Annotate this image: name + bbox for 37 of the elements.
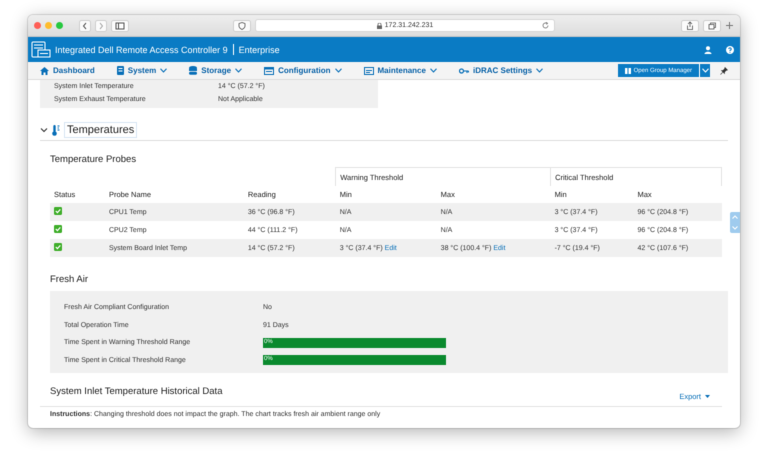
section-heading: Temperature Probes (49, 154, 138, 165)
home-icon (40, 66, 49, 74)
nav-menu-item[interactable]: System (128, 66, 156, 75)
app-title: Integrated Dell Remote Access Controller 9 (55, 44, 228, 54)
section-heading: System Inlet Temperature Historical Data (49, 386, 224, 399)
dropdown-toggle-button[interactable] (699, 64, 710, 77)
caret-icon (705, 395, 710, 398)
section-heading: Fresh Air (49, 274, 90, 285)
pin-icon[interactable] (720, 66, 728, 74)
tabs-icon[interactable] (703, 20, 721, 32)
window-icon (364, 66, 374, 74)
nav-menu-item[interactable]: Dashboard (53, 66, 95, 75)
lock-icon (376, 22, 382, 28)
help-icon[interactable] (726, 46, 734, 54)
thermometer-icon (52, 124, 60, 136)
section-title: Temperatures (64, 122, 138, 138)
sidebar-icon[interactable] (111, 20, 129, 32)
plus-icon[interactable] (725, 21, 734, 30)
shield-icon[interactable] (233, 20, 251, 32)
forward-icon[interactable] (95, 20, 107, 32)
nav-menu-item[interactable]: Storage (201, 66, 232, 75)
nav-menu-item[interactable]: Maintenance (378, 66, 426, 75)
share-icon[interactable] (681, 20, 699, 32)
server-icon (116, 66, 124, 75)
close-window-icon[interactable] (34, 22, 41, 29)
chevron-down-icon[interactable] (40, 126, 48, 134)
user-icon[interactable] (704, 46, 712, 54)
nav-menu-item[interactable]: iDRAC Settings (472, 66, 532, 75)
nav-menu-item[interactable]: Configuration (278, 66, 330, 75)
database-icon (189, 66, 198, 75)
reload-icon[interactable] (542, 22, 549, 29)
window-icon (264, 66, 274, 74)
edition-label: Enterprise (238, 44, 280, 54)
key-icon (458, 68, 469, 74)
caret-icon (702, 68, 708, 73)
back-icon[interactable] (79, 20, 91, 32)
server-rack-icon (31, 40, 51, 58)
